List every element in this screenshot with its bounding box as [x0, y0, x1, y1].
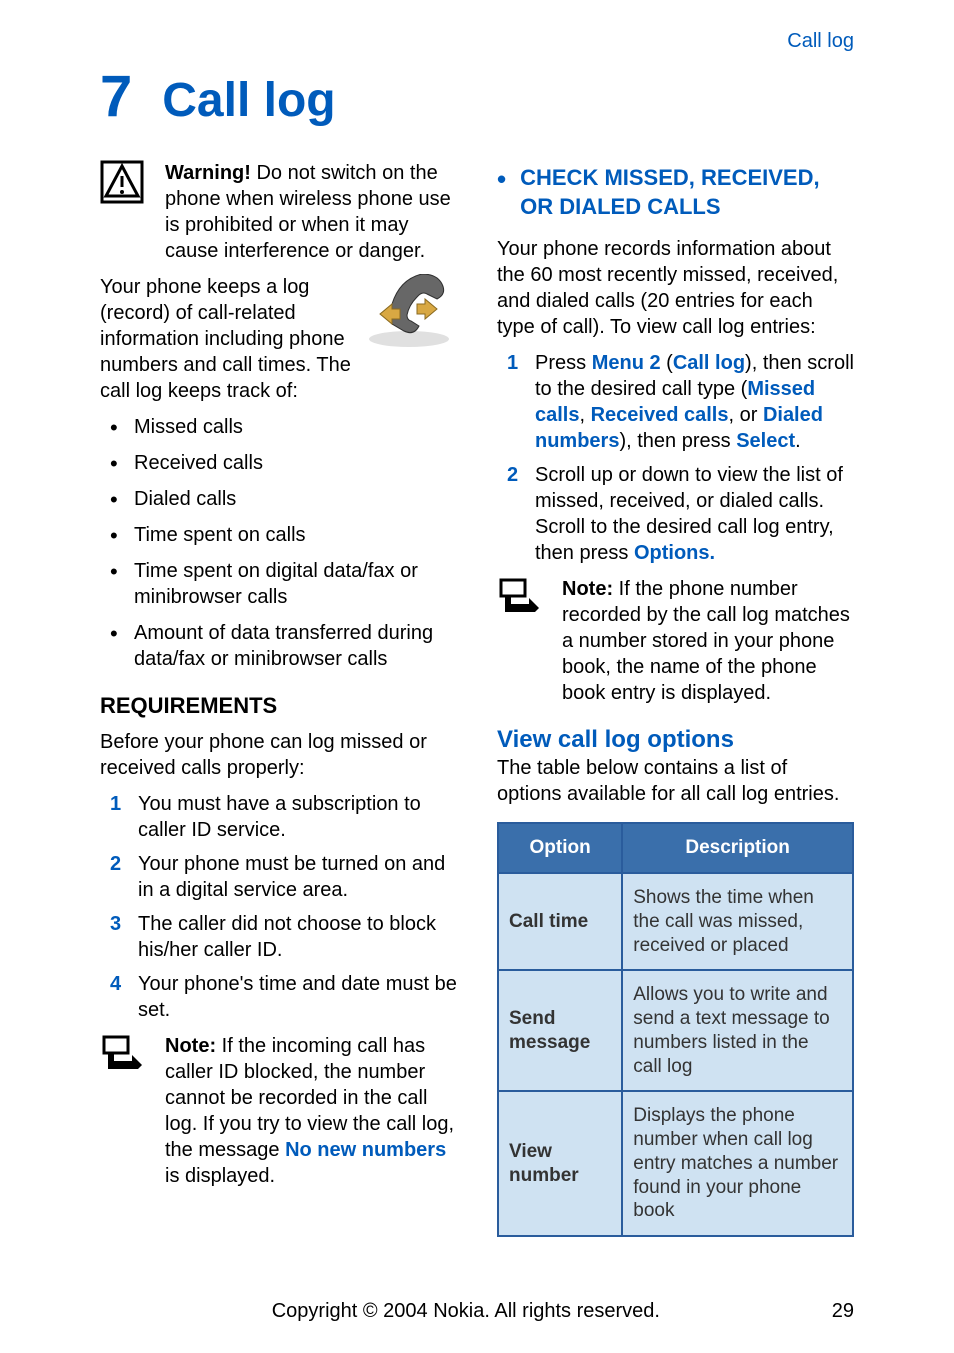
note-label: Note:	[165, 1035, 216, 1057]
warning-icon	[100, 160, 150, 264]
table-row: Call time Shows the time when the call w…	[498, 873, 853, 970]
requirement-item: You must have a subscription to caller I…	[110, 791, 457, 843]
section-heading-text: CHECK MISSED, RECEIVED, OR DIALED CALLS	[520, 164, 854, 221]
requirement-text: You must have a subscription to caller I…	[138, 791, 457, 843]
warning-text: Warning! Do not switch on the phone when…	[165, 160, 457, 264]
list-item: Time spent on calls	[110, 522, 457, 548]
step-text: Scroll up or down to view the list of mi…	[535, 462, 854, 566]
option-desc: Displays the phone number when call log …	[622, 1091, 853, 1236]
list-item: Time spent on digital data/fax or minibr…	[110, 558, 457, 610]
frag: ), then press	[619, 430, 736, 452]
note-text-2: Note: If the phone number recorded by th…	[562, 576, 854, 706]
subsection-intro: The table below contains a list of optio…	[497, 755, 854, 807]
option-desc: Allows you to write and send a text mess…	[622, 970, 853, 1091]
list-item: Missed calls	[110, 414, 457, 440]
key-text: Options.	[634, 542, 715, 564]
table-row: Send message Allows you to write and sen…	[498, 970, 853, 1091]
option-label: View number	[498, 1091, 622, 1236]
requirement-item: Your phone's time and date must be set.	[110, 971, 457, 1023]
frag: .	[795, 430, 801, 452]
key-text: Received calls	[591, 404, 729, 426]
requirement-item: Your phone must be turned on and in a di…	[110, 851, 457, 903]
table-header-option: Option	[498, 823, 622, 873]
list-item: Received calls	[110, 450, 457, 476]
running-head: Call log	[100, 30, 854, 53]
requirement-item: The caller did not choose to block his/h…	[110, 911, 457, 963]
section-heading: • CHECK MISSED, RECEIVED, OR DIALED CALL…	[497, 164, 854, 221]
requirements-heading: REQUIREMENTS	[100, 692, 457, 721]
step-text: Press Menu 2 (Call log), then scroll to …	[535, 350, 854, 454]
options-table: Option Description Call time Shows the t…	[497, 822, 854, 1237]
section-bullet-icon: •	[497, 166, 506, 192]
page-number: 29	[832, 1300, 854, 1323]
step-item: Scroll up or down to view the list of mi…	[507, 462, 854, 566]
note-body-b: is displayed.	[165, 1165, 275, 1187]
frag: ,	[579, 404, 590, 426]
option-desc: Shows the time when the call was missed,…	[622, 873, 853, 970]
content-columns: Warning! Do not switch on the phone when…	[100, 160, 854, 1237]
frag: Press	[535, 352, 592, 374]
intro-text: Your phone keeps a log (record) of call-…	[100, 276, 351, 402]
subsection-heading: View call log options	[497, 724, 854, 755]
tracked-items-list: Missed calls Received calls Dialed calls…	[100, 414, 457, 672]
chapter-heading: 7 Call log	[100, 63, 854, 130]
note-block-2: Note: If the phone number recorded by th…	[497, 576, 854, 706]
note-label: Note:	[562, 578, 613, 600]
note-text-1: Note: If the incoming call has caller ID…	[165, 1033, 457, 1189]
phone-with-arrows-icon	[362, 274, 457, 349]
list-item: Amount of data transferred during data/f…	[110, 620, 457, 672]
table-header-description: Description	[622, 823, 853, 873]
requirements-list: You must have a subscription to caller I…	[100, 791, 457, 1023]
section-intro: Your phone records information about the…	[497, 236, 854, 340]
frag: , or	[728, 404, 762, 426]
page-footer: Copyright © 2004 Nokia. All rights reser…	[100, 1300, 854, 1323]
note-key: No new numbers	[285, 1139, 446, 1161]
chapter-number: 7	[100, 63, 132, 130]
requirements-intro: Before your phone can log missed or rece…	[100, 729, 457, 781]
chapter-title-text: Call log	[162, 73, 335, 128]
list-item: Dialed calls	[110, 486, 457, 512]
warning-label: Warning!	[165, 162, 251, 184]
intro-paragraph: Your phone keeps a log (record) of call-…	[100, 274, 457, 404]
requirement-text: The caller did not choose to block his/h…	[138, 911, 457, 963]
right-column: • CHECK MISSED, RECEIVED, OR DIALED CALL…	[497, 160, 854, 1237]
warning-block: Warning! Do not switch on the phone when…	[100, 160, 457, 264]
copyright-text: Copyright © 2004 Nokia. All rights reser…	[100, 1300, 832, 1323]
frag: (	[661, 352, 673, 374]
key-text: Select	[736, 430, 795, 452]
key-text: Call log	[673, 352, 745, 374]
option-label: Call time	[498, 873, 622, 970]
key-text: Menu 2	[592, 352, 661, 374]
steps-list: Press Menu 2 (Call log), then scroll to …	[497, 350, 854, 566]
note-block-1: Note: If the incoming call has caller ID…	[100, 1033, 457, 1189]
left-column: Warning! Do not switch on the phone when…	[100, 160, 457, 1237]
page: Call log 7 Call log Warning! Do not swit…	[0, 0, 954, 1353]
note-arrow-icon	[497, 576, 547, 706]
table-row: View number Displays the phone number wh…	[498, 1091, 853, 1236]
requirement-text: Your phone must be turned on and in a di…	[138, 851, 457, 903]
step-item: Press Menu 2 (Call log), then scroll to …	[507, 350, 854, 454]
option-label: Send message	[498, 970, 622, 1091]
note-arrow-icon	[100, 1033, 150, 1189]
requirement-text: Your phone's time and date must be set.	[138, 971, 457, 1023]
